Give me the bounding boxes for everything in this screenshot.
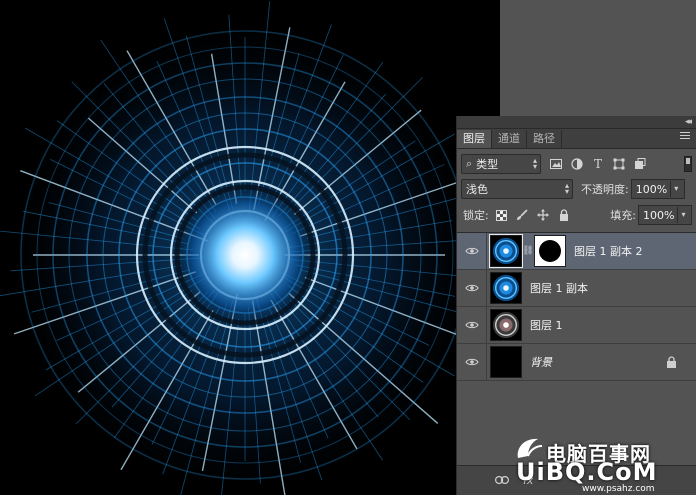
lock-row: 锁定: 填充: 100% ▾ <box>457 202 696 228</box>
layer-name[interactable]: 图层 1 副本 <box>530 280 588 296</box>
link-layers-icon[interactable] <box>495 474 510 487</box>
layers-panel-footer: fx <box>457 465 696 495</box>
layer-name[interactable]: 图层 1 <box>530 317 563 333</box>
black-thumbnail <box>491 347 521 377</box>
blue-ring-thumbnail <box>491 273 521 303</box>
filter-icons: T <box>549 157 647 171</box>
eye-icon <box>464 321 479 329</box>
opacity-field[interactable]: 100% ▾ <box>630 179 685 199</box>
visibility-toggle[interactable] <box>457 306 487 344</box>
eye-icon <box>464 247 479 255</box>
layer-name[interactable]: 图层 1 副本 2 <box>574 243 643 259</box>
layer-thumbnail[interactable] <box>490 309 522 341</box>
canvas-gutter <box>500 0 696 116</box>
visibility-toggle[interactable] <box>457 343 487 381</box>
shape-filter-icon[interactable] <box>612 157 626 171</box>
blend-mode-select[interactable]: 浅色 ▴ ▾ <box>461 179 573 199</box>
layers-panel: ◂◂ 图层 通道 路径 ⌕ 类型 ▴ ▾ T 浅色 ▴ ▾ 不透明度: 100%… <box>456 116 696 495</box>
white-ring-thumbnail <box>491 310 521 340</box>
opacity-label: 不透明度: <box>581 183 629 196</box>
visibility-toggle[interactable] <box>457 232 487 270</box>
filter-kind-value: 类型 <box>476 158 499 171</box>
layer-row[interactable]: 背景 <box>457 343 696 381</box>
fill-field[interactable]: 100% ▾ <box>638 205 692 225</box>
filter-toggle-switch[interactable] <box>684 156 692 172</box>
tab-channels[interactable]: 通道 <box>492 130 527 148</box>
image-filter-icon[interactable] <box>549 157 563 171</box>
lock-transparent-icon[interactable] <box>495 209 508 222</box>
layer-row[interactable]: 图层 1 副本 <box>457 269 696 307</box>
layer-row[interactable]: ⛓ 图层 1 副本 2 <box>457 232 696 270</box>
visibility-toggle[interactable] <box>457 269 487 307</box>
layer-thumbnail[interactable] <box>490 272 522 304</box>
layer-mask-thumbnail[interactable] <box>534 235 566 267</box>
mask-link-icon[interactable]: ⛓ <box>522 246 534 256</box>
smart-object-filter-icon[interactable] <box>633 157 647 171</box>
opacity-value: 100% <box>635 182 668 196</box>
adjustment-filter-icon[interactable] <box>570 157 584 171</box>
layer-lock-icon <box>667 356 676 368</box>
collapse-panel-icon[interactable]: ◂◂ <box>685 116 692 128</box>
panel-title-bar[interactable]: ◂◂ <box>457 116 696 129</box>
lock-all-icon[interactable] <box>558 209 571 222</box>
lock-icons <box>495 209 571 222</box>
blue-ring-thumbnail <box>491 236 521 266</box>
blend-mode-value: 浅色 <box>466 183 488 196</box>
select-arrows-icon: ▴ ▾ <box>532 156 537 171</box>
lock-position-icon[interactable] <box>537 209 550 222</box>
lock-label: 锁定: <box>463 209 489 222</box>
tab-paths[interactable]: 路径 <box>527 130 562 148</box>
core-glow <box>175 185 315 325</box>
document-canvas[interactable] <box>0 0 500 495</box>
layer-row[interactable]: 图层 1 <box>457 306 696 344</box>
eye-icon <box>464 358 479 366</box>
fill-value: 100% <box>643 208 675 222</box>
layer-thumbnail[interactable] <box>489 234 523 268</box>
select-arrows-icon: ▴ ▾ <box>564 181 569 196</box>
blend-row: 浅色 ▴ ▾ 不透明度: 100% ▾ <box>457 176 696 202</box>
fill-label: 填充: <box>610 209 636 222</box>
layer-thumbnail[interactable] <box>490 346 522 378</box>
panel-menu-icon[interactable] <box>680 132 690 142</box>
tab-layers[interactable]: 图层 <box>457 130 492 148</box>
mask-shape <box>539 240 561 262</box>
lock-paint-icon[interactable] <box>516 209 529 222</box>
filter-kind-select[interactable]: ⌕ 类型 ▴ ▾ <box>461 154 541 174</box>
eye-icon <box>464 284 479 292</box>
panel-tabs: 图层 通道 路径 <box>457 129 696 149</box>
opacity-dropdown-icon[interactable]: ▾ <box>669 181 682 197</box>
fill-dropdown-icon[interactable]: ▾ <box>677 207 689 223</box>
search-icon: ⌕ <box>466 157 473 170</box>
layer-name[interactable]: 背景 <box>530 354 552 370</box>
filter-row: ⌕ 类型 ▴ ▾ T <box>457 152 696 176</box>
radial-light-artwork <box>0 0 500 495</box>
layer-list: ⛓ 图层 1 副本 2 图层 1 副本 图层 1 背景 <box>457 232 696 465</box>
text-filter-icon[interactable]: T <box>591 157 605 171</box>
fx-icon[interactable]: fx <box>523 474 533 487</box>
